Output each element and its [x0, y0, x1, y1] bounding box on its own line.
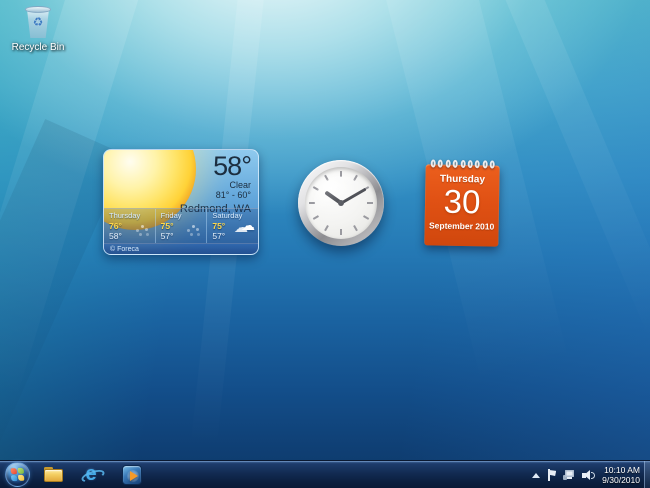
- clock-gloss: [314, 176, 368, 230]
- calendar-day-number: 30: [425, 184, 500, 219]
- clouds-icon: [233, 221, 255, 237]
- windows-media-player-button[interactable]: [112, 461, 151, 488]
- faint-sun-icon: [181, 221, 203, 237]
- faint-sun-icon: [130, 221, 152, 237]
- internet-explorer-icon: e: [82, 465, 104, 485]
- analog-clock-gadget[interactable]: [298, 160, 384, 246]
- system-tray: 10:10 AM 9/30/2010: [532, 461, 643, 488]
- calendar-page: Thursday 30 September 2010: [424, 164, 499, 246]
- volume-icon[interactable]: [582, 469, 595, 481]
- windows-explorer-button[interactable]: [34, 461, 73, 488]
- recycle-bin-icon: ♻: [23, 6, 53, 40]
- show-desktop-button[interactable]: [644, 461, 650, 488]
- windows-orb-icon: [5, 462, 30, 487]
- forecast-day-0: Thursday 76° 58°: [104, 209, 156, 243]
- media-player-icon: [122, 465, 142, 485]
- calendar-spiral: [426, 159, 500, 169]
- action-center-icon[interactable]: [547, 469, 556, 481]
- play-icon: [130, 471, 138, 481]
- show-hidden-icons-button[interactable]: [532, 473, 540, 478]
- weather-high-low: 81° - 60°: [180, 190, 251, 201]
- internet-explorer-button[interactable]: e: [73, 461, 112, 488]
- recycle-bin[interactable]: ♻ Recycle Bin: [2, 6, 74, 53]
- forecast-strip: Thursday 76° 58° Friday 75° 57° Saturday…: [104, 208, 258, 243]
- weather-attribution: © Foreca: [104, 243, 258, 254]
- clock-face: [305, 167, 377, 239]
- pinned-taskbar-icons: e: [34, 461, 151, 488]
- calendar-month-year: September 2010: [425, 220, 499, 231]
- forecast-day-1: Friday 75° 57°: [156, 209, 208, 243]
- tray-date: 9/30/2010: [602, 475, 640, 485]
- weather-gadget[interactable]: 58° Clear 81° - 60° Redmond, WA Thursday…: [103, 149, 259, 255]
- start-button[interactable]: [0, 461, 34, 488]
- forecast-day-2: Saturday 75° 57°: [207, 209, 258, 243]
- recycle-bin-label: Recycle Bin: [2, 42, 74, 53]
- desktop: ♻ Recycle Bin 58° Clear 81° - 60° Redmon…: [0, 0, 650, 488]
- calendar-gadget[interactable]: Thursday 30 September 2010: [424, 159, 500, 250]
- current-temperature: 58°: [180, 152, 251, 180]
- taskbar: e: [0, 460, 650, 488]
- network-icon[interactable]: [563, 469, 575, 481]
- folder-icon: [44, 467, 63, 482]
- recycle-arrows-icon: ♻: [23, 15, 53, 29]
- tray-time: 10:10 AM: [602, 465, 640, 475]
- taskbar-clock[interactable]: 10:10 AM 9/30/2010: [602, 465, 643, 485]
- light-ray: [502, 0, 650, 342]
- weather-condition: Clear: [180, 180, 251, 190]
